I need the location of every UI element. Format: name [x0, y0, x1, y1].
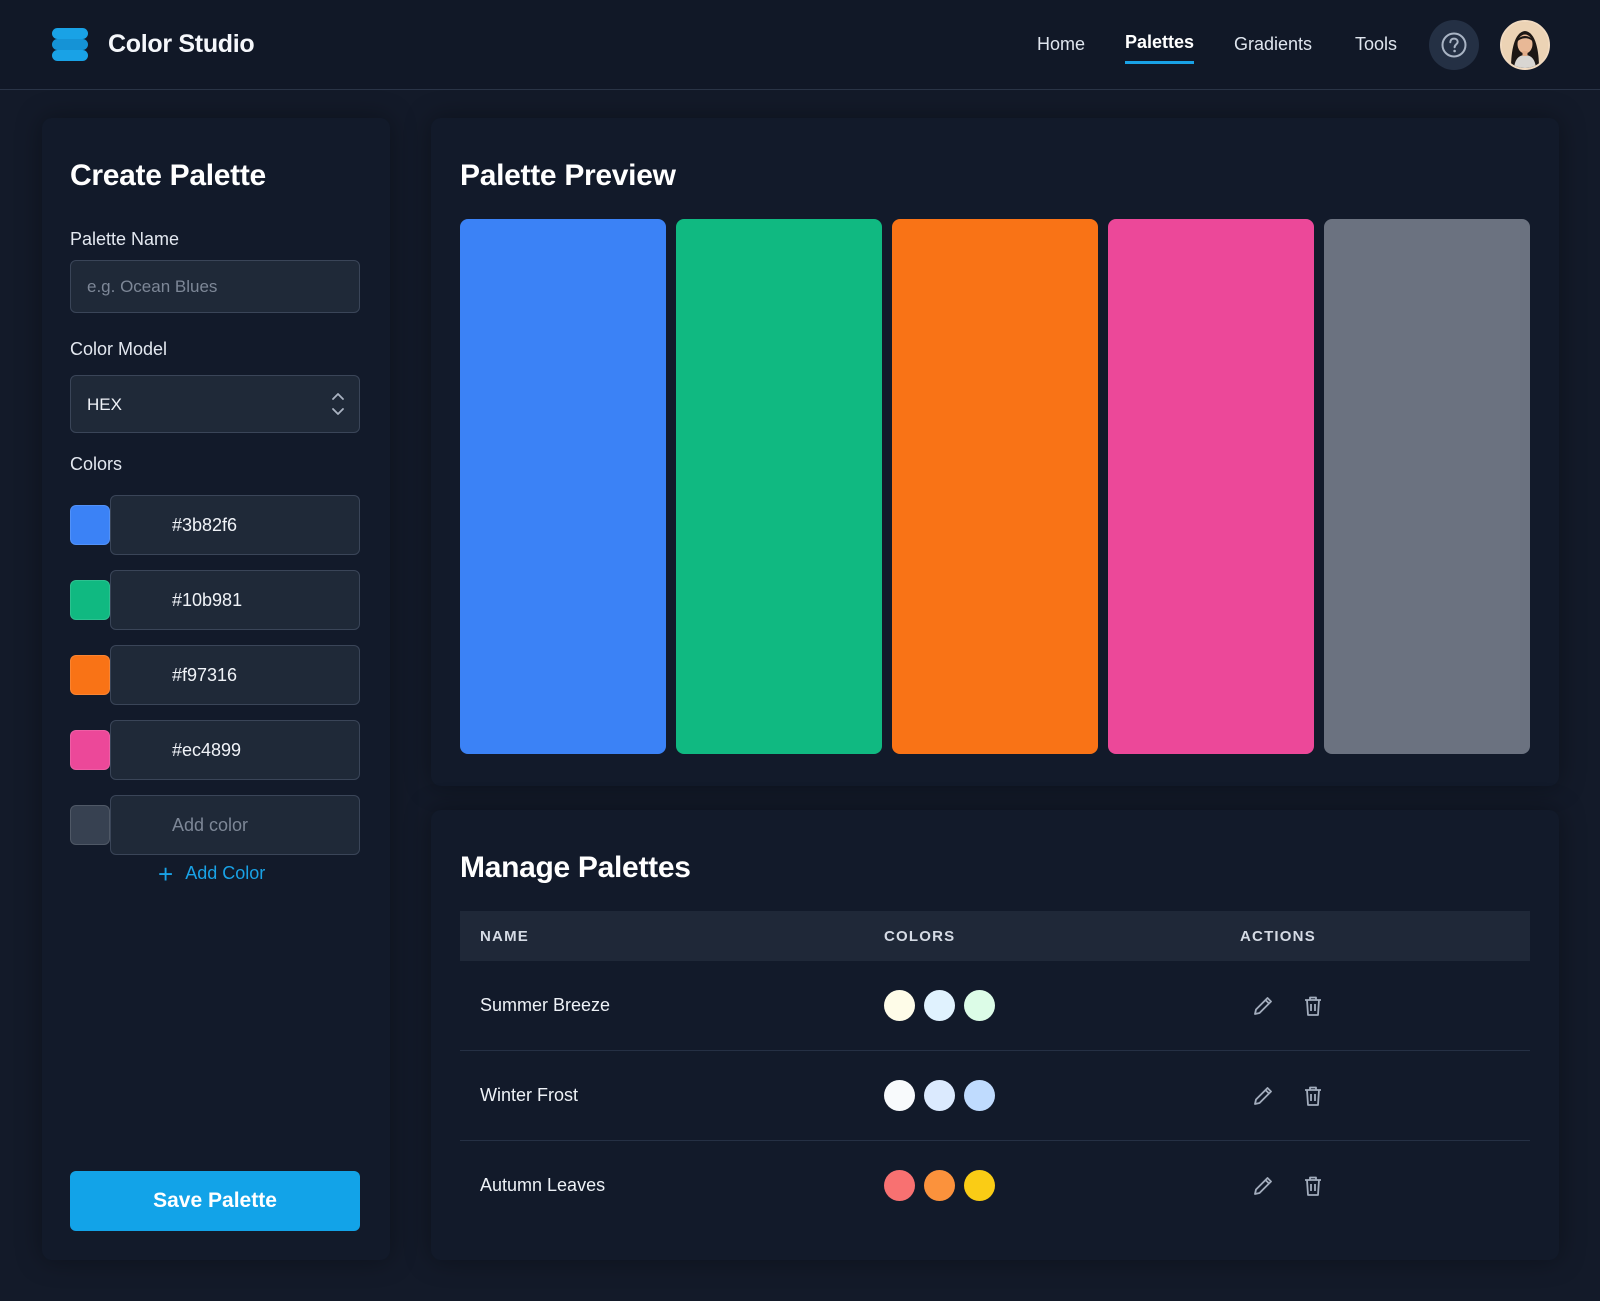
color-dot	[924, 990, 955, 1021]
preview-swatch[interactable]	[460, 219, 666, 754]
color-model-select[interactable]: HEX	[70, 375, 360, 433]
preview-swatch[interactable]	[1324, 219, 1530, 754]
add-color-input[interactable]: Add color	[110, 795, 360, 855]
hex-input[interactable]: #3b82f6	[110, 495, 360, 555]
preview-swatch[interactable]	[892, 219, 1098, 754]
color-model-label: Color Model	[70, 339, 168, 359]
trash-icon[interactable]	[1301, 1084, 1325, 1108]
color-dot	[884, 1170, 915, 1201]
color-dot	[964, 1170, 995, 1201]
color-dot	[924, 1170, 955, 1201]
color-swatch[interactable]	[70, 655, 110, 695]
color-swatch[interactable]	[70, 580, 110, 620]
preview-swatch[interactable]	[1108, 219, 1314, 754]
color-entry: #f97316	[70, 645, 360, 705]
nav-tools[interactable]: Tools	[1355, 34, 1397, 55]
palette-name-input[interactable]	[70, 260, 360, 313]
palette-preview-panel: Palette Preview	[431, 118, 1559, 786]
column-header-actions: ACTIONS	[1240, 928, 1316, 945]
brand[interactable]: Color Studio	[52, 26, 255, 62]
color-dot	[884, 1080, 915, 1111]
hex-input[interactable]: #f97316	[110, 645, 360, 705]
create-palette-title: Create Palette	[70, 159, 266, 192]
palette-preview-title: Palette Preview	[460, 159, 676, 192]
color-model-value: HEX	[87, 395, 122, 414]
top-navbar: Color Studio Home Palettes Gradients Too…	[0, 0, 1600, 90]
manage-palettes-title: Manage Palettes	[460, 851, 691, 884]
trash-icon[interactable]	[1301, 1174, 1325, 1198]
color-entry: #ec4899	[70, 720, 360, 780]
avatar-image	[1502, 22, 1548, 68]
hex-input[interactable]: #10b981	[110, 570, 360, 630]
color-dot	[964, 990, 995, 1021]
column-header-colors: COLORS	[884, 928, 956, 945]
nav-gradients[interactable]: Gradients	[1234, 34, 1312, 55]
help-icon	[1441, 32, 1467, 58]
add-color-button[interactable]: + Add Color	[158, 858, 266, 889]
user-avatar[interactable]	[1500, 20, 1550, 70]
manage-palettes-panel: Manage Palettes NAME COLORS ACTIONS Summ…	[431, 810, 1559, 1260]
nav-home[interactable]: Home	[1037, 34, 1085, 55]
brand-title: Color Studio	[108, 29, 255, 58]
color-swatch[interactable]	[70, 505, 110, 545]
palette-name-label: Palette Name	[70, 229, 180, 249]
color-dot	[964, 1080, 995, 1111]
edit-pencil-icon[interactable]	[1251, 994, 1275, 1018]
edit-pencil-icon[interactable]	[1251, 1084, 1275, 1108]
edit-pencil-icon[interactable]	[1251, 1174, 1275, 1198]
nav-palettes[interactable]: Palettes	[1125, 32, 1195, 64]
add-color-label: Add Color	[185, 863, 266, 883]
palette-name: Autumn Leaves	[480, 1175, 606, 1195]
color-entry: #10b981	[70, 570, 360, 630]
hex-input[interactable]: #ec4899	[110, 720, 360, 780]
table-row: Summer Breeze	[460, 961, 1530, 1051]
save-palette-button[interactable]: Save Palette	[70, 1171, 360, 1231]
create-palette-panel: Create Palette Palette Name Color Model …	[42, 118, 390, 1260]
table-header: NAME COLORS ACTIONS	[460, 911, 1530, 961]
color-entry: #3b82f6	[70, 495, 360, 555]
column-header-name: NAME	[480, 928, 529, 945]
colors-label: Colors	[70, 454, 123, 474]
stack-logo-icon	[52, 26, 88, 62]
palette-name: Winter Frost	[480, 1085, 579, 1105]
new-color-entry: Add color	[70, 795, 360, 855]
table-row: Autumn Leaves	[460, 1141, 1530, 1231]
color-dot	[924, 1080, 955, 1111]
trash-icon[interactable]	[1301, 994, 1325, 1018]
preview-swatch[interactable]	[676, 219, 882, 754]
color-dot	[884, 990, 915, 1021]
palette-name: Summer Breeze	[480, 995, 611, 1015]
table-row: Winter Frost	[460, 1051, 1530, 1141]
help-button[interactable]	[1429, 20, 1479, 70]
updown-chevron-icon	[332, 393, 344, 415]
color-swatch[interactable]	[70, 730, 110, 770]
plus-icon: +	[158, 858, 174, 889]
empty-color-swatch[interactable]	[70, 805, 110, 845]
